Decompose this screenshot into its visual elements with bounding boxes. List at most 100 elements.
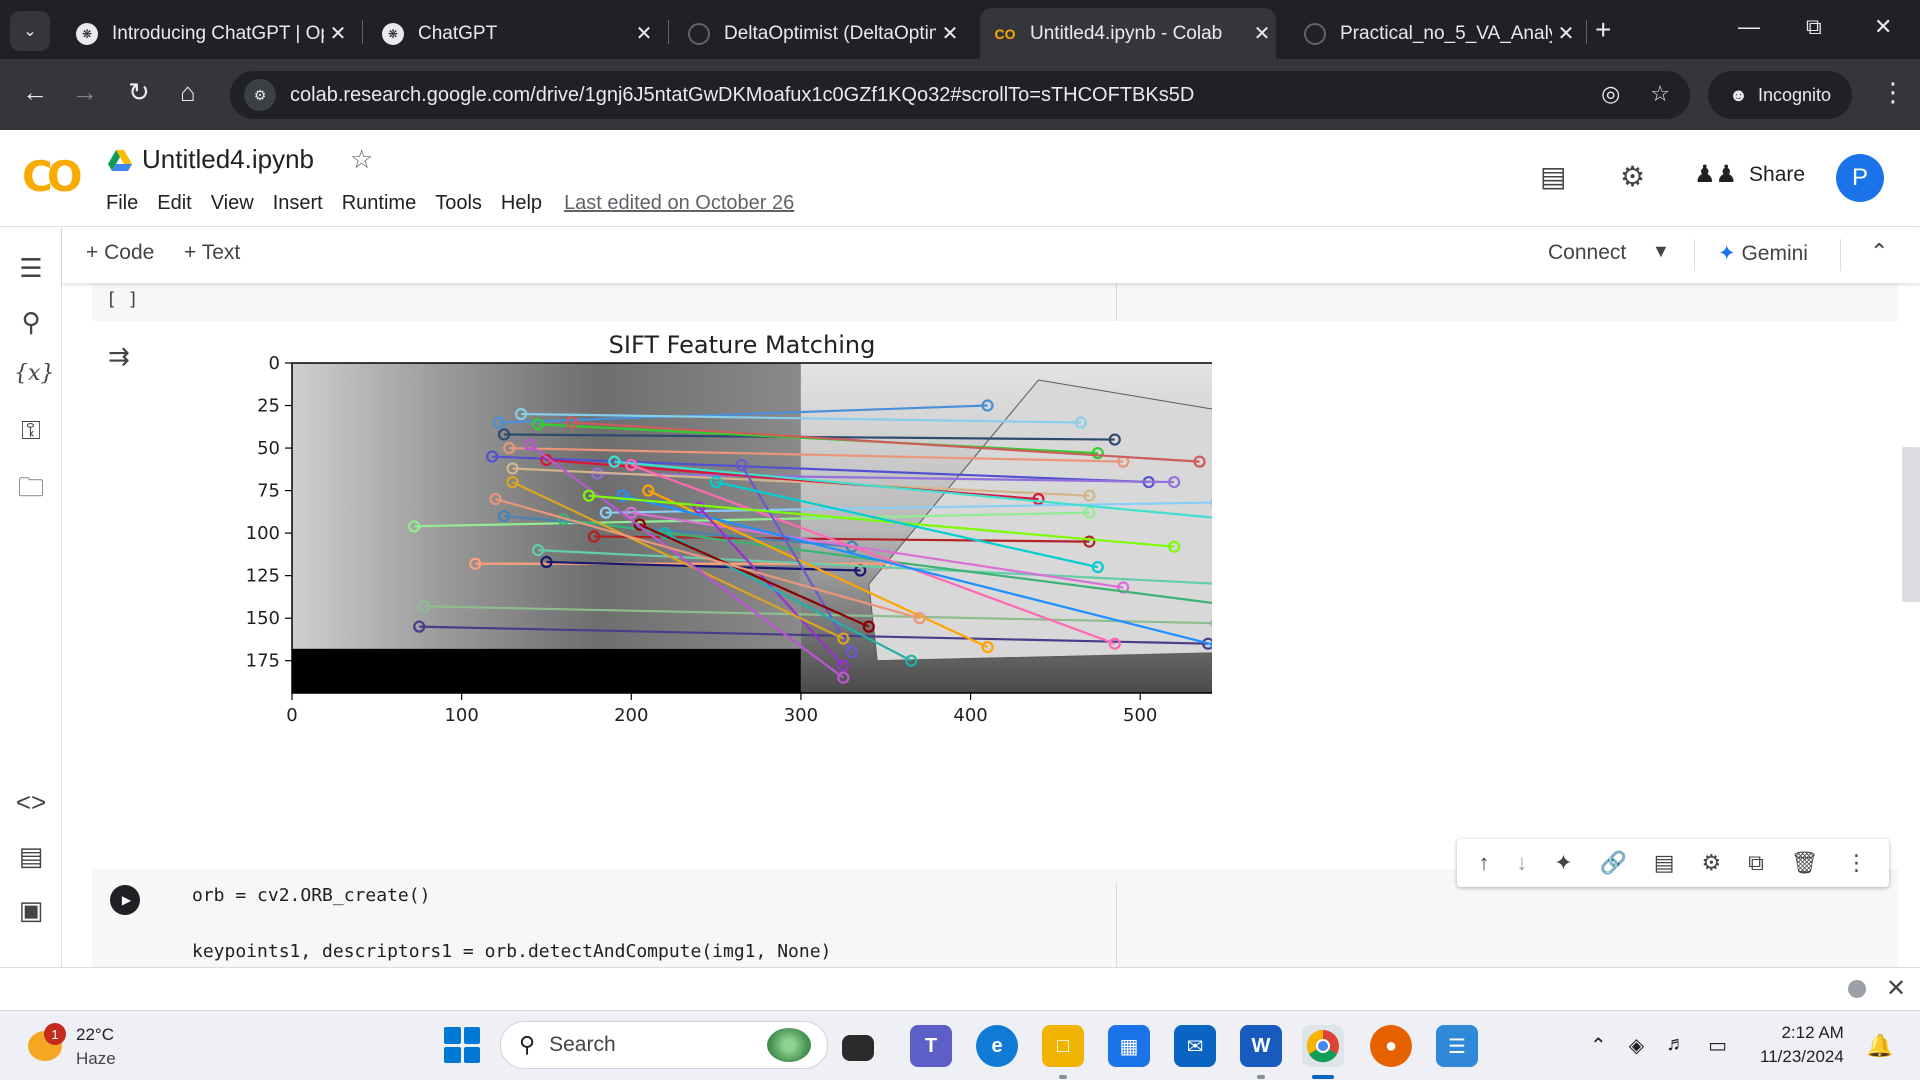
code-cell-previous[interactable]: [ ] <box>92 283 1898 321</box>
table-of-contents-icon[interactable]: ☰ <box>14 253 48 284</box>
browser-tab-colab[interactable]: CO Untitled4.ipynb - Colab ✕ <box>980 8 1276 59</box>
browser-tab-openai[interactable]: ❋ Introducing ChatGPT | OpenAI ✕ <box>62 8 352 59</box>
back-button[interactable]: ← <box>22 77 48 108</box>
chrome-icon[interactable] <box>1302 1025 1344 1067</box>
wifi-icon[interactable]: ◈ <box>1629 1033 1644 1058</box>
word-icon[interactable]: W <box>1240 1025 1282 1067</box>
menu-file[interactable]: File <box>106 192 138 215</box>
eye-off-icon[interactable]: ◎ <box>1601 81 1620 107</box>
address-bar[interactable]: ⚙ colab.research.google.com/drive/1gnj6J… <box>230 71 1690 119</box>
browser-menu-button[interactable]: ⋮ <box>1880 77 1906 108</box>
start-button[interactable] <box>444 1027 480 1063</box>
chevron-down-icon[interactable]: ▼ <box>1652 241 1670 262</box>
battery-icon[interactable]: ▭ <box>1708 1033 1727 1058</box>
close-icon[interactable]: ✕ <box>630 21 658 46</box>
menu-view[interactable]: View <box>211 192 254 215</box>
comment-icon[interactable]: ▤ <box>1654 850 1675 876</box>
collapse-header-button[interactable]: ⌃ <box>1870 239 1888 265</box>
restore-button[interactable]: ⧉ <box>1806 14 1822 40</box>
output-actions-icon[interactable]: ⇉ <box>108 341 130 372</box>
gear-icon[interactable]: ⚙ <box>1701 850 1721 876</box>
close-icon[interactable]: ✕ <box>1552 21 1580 46</box>
code-snippets-icon[interactable]: <> <box>14 787 48 818</box>
site-info-icon[interactable]: ⚙ <box>244 79 276 111</box>
tab-search-button[interactable]: ⌄ <box>10 11 50 51</box>
settings-button[interactable]: ⚙ <box>1620 160 1645 193</box>
close-window-button[interactable]: ✕ <box>1874 14 1892 40</box>
left-image-padding <box>292 648 801 693</box>
move-up-icon[interactable]: ↑ <box>1478 850 1489 876</box>
reload-button[interactable]: ↻ <box>128 77 150 108</box>
add-text-button[interactable]: + Text <box>184 241 240 265</box>
google-drive-icon[interactable] <box>108 150 132 172</box>
menu-tools[interactable]: Tools <box>435 192 482 215</box>
colab-logo[interactable]: CO <box>22 152 82 201</box>
mail-icon[interactable]: ✉ <box>1174 1025 1216 1067</box>
mirror-cell-icon[interactable]: ⧉ <box>1748 850 1764 876</box>
run-cell-button[interactable]: ▶ <box>110 885 140 915</box>
share-button[interactable]: ♟♟ Share <box>1694 160 1805 189</box>
app-running-indicator <box>1059 1075 1067 1079</box>
sparkle-icon[interactable]: ✦ <box>1554 850 1572 876</box>
taskbar-search[interactable]: ⚲ Search <box>500 1021 828 1069</box>
notepad-icon[interactable]: ☰ <box>1436 1025 1478 1067</box>
plus-icon: + <box>1595 14 1612 45</box>
browser-tab-practical[interactable]: Practical_no_5_VA_Analytics ✕ <box>1290 8 1580 59</box>
variables-icon[interactable]: {x} <box>14 361 54 386</box>
menu-insert[interactable]: Insert <box>273 192 323 215</box>
code-line-2[interactable]: keypoints1, descriptors1 = orb.detectAnd… <box>192 941 831 962</box>
tab-separator <box>1586 20 1587 44</box>
file-explorer-icon[interactable]: □ <box>1042 1025 1084 1067</box>
close-icon[interactable]: ✕ <box>1886 974 1906 1003</box>
volume-icon[interactable]: ♬ <box>1666 1033 1686 1058</box>
close-icon[interactable]: ✕ <box>324 21 352 46</box>
key-icon[interactable]: ⚿ <box>14 415 48 447</box>
notification-bell-icon[interactable]: 🔔 <box>1866 1033 1893 1059</box>
sift-matching-plot: SIFT Feature Matching 0 100 200 300 400 500 0… <box>162 331 1243 813</box>
home-button[interactable]: ⌂ <box>180 77 196 108</box>
terminal-icon[interactable]: ▣ <box>14 895 48 926</box>
status-strip: ✕ <box>0 967 1920 1010</box>
microsoft-store-icon[interactable]: ▦ <box>1108 1025 1150 1067</box>
firefox-icon[interactable]: ● <box>1370 1025 1412 1067</box>
tab-title: Practical_no_5_VA_Analytics <box>1340 22 1552 44</box>
windows-logo-icon <box>444 1027 461 1044</box>
teams-icon[interactable]: T <box>910 1025 952 1067</box>
taskbar-clock[interactable]: 2:12 AM 11/23/2024 <box>1760 1021 1844 1069</box>
star-icon[interactable]: ☆ <box>1650 81 1670 107</box>
menu-runtime[interactable]: Runtime <box>342 192 416 215</box>
incognito-button[interactable]: ☻ Incognito <box>1708 71 1852 119</box>
menu-edit[interactable]: Edit <box>157 192 191 215</box>
chevron-up-icon[interactable]: ⌃ <box>1590 1033 1607 1058</box>
vertical-scrollbar[interactable] <box>1902 447 1920 602</box>
avatar[interactable]: P <box>1836 154 1884 202</box>
browser-tab-github[interactable]: DeltaOptimist (DeltaOptimist) ✕ <box>674 8 964 59</box>
weather-condition: Haze <box>76 1049 116 1068</box>
add-code-button[interactable]: + Code <box>86 241 154 265</box>
browser-tab-chatgpt[interactable]: ❋ ChatGPT ✕ <box>368 8 658 59</box>
more-vertical-icon[interactable]: ⋮ <box>1845 850 1867 876</box>
move-down-icon[interactable]: ↓ <box>1516 850 1527 876</box>
command-palette-icon[interactable]: ▤ <box>14 841 48 872</box>
comments-button[interactable]: ▤ <box>1540 160 1566 193</box>
minimize-button[interactable]: — <box>1738 14 1760 40</box>
x-tick-label: 400 <box>953 705 987 726</box>
edge-icon[interactable]: e <box>976 1025 1018 1067</box>
star-icon: ☆ <box>350 144 374 174</box>
notebook-title[interactable]: Untitled4.ipynb <box>142 144 314 175</box>
search-icon[interactable]: ⚲ <box>14 307 48 338</box>
folder-icon[interactable]: 🗀 <box>14 469 48 513</box>
last-edited-link[interactable]: Last edited on October 26 <box>564 192 794 215</box>
star-notebook-button[interactable]: ☆ <box>350 144 373 175</box>
task-view-icon[interactable] <box>842 1035 874 1061</box>
menu-help[interactable]: Help <box>501 192 542 215</box>
close-icon[interactable]: ✕ <box>1248 21 1276 46</box>
connect-button[interactable]: Connect <box>1548 241 1626 265</box>
forward-button[interactable]: → <box>72 77 98 108</box>
new-tab-button[interactable]: + <box>1595 14 1611 46</box>
delete-icon[interactable]: 🗑 <box>1791 850 1819 876</box>
link-icon[interactable]: 🔗 <box>1600 850 1627 876</box>
code-line-1[interactable]: orb = cv2.ORB_create() <box>192 885 430 906</box>
gemini-button[interactable]: ✦ Gemini <box>1718 241 1808 266</box>
close-icon[interactable]: ✕ <box>936 21 964 46</box>
